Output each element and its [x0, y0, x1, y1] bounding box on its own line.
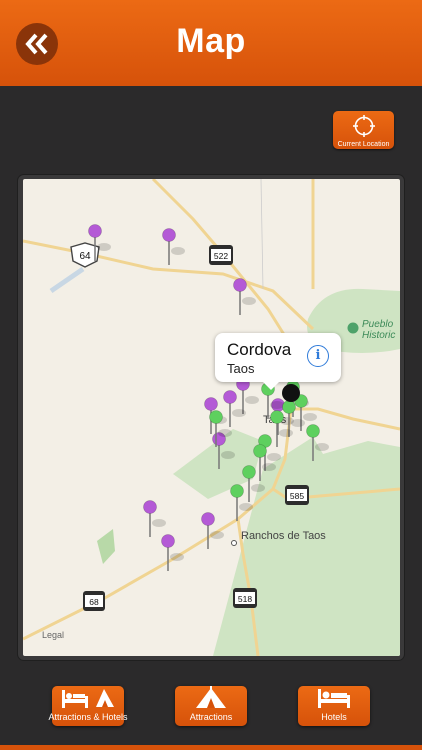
attraction-pin[interactable] — [88, 224, 102, 238]
pin-shadow — [152, 519, 166, 527]
current-location-button[interactable]: Current Location — [333, 111, 394, 149]
route-shield-522: 522 — [209, 245, 233, 265]
route-shield-518: 518 — [233, 588, 257, 608]
callout-subtitle: Taos — [227, 361, 255, 376]
route-shield-585: 585 — [285, 485, 309, 505]
pin-shadow — [239, 503, 253, 511]
route-shield-68: 68 — [83, 591, 105, 611]
pin-shadow — [279, 429, 293, 437]
pin-shadow — [171, 247, 185, 255]
legal-link[interactable]: Legal — [42, 630, 64, 640]
pin-shadow — [232, 409, 246, 417]
pin-shadow — [221, 451, 235, 459]
pin-shadow — [291, 419, 305, 427]
tab-attractions-hotels-label: Attractions & Hotels — [48, 712, 128, 722]
pin-shadow — [218, 429, 232, 437]
place-label-pueblo-line2: Historic — [362, 330, 395, 341]
tab-attractions-hotels[interactable]: Attractions & Hotels — [48, 686, 128, 726]
svg-text:68: 68 — [89, 597, 99, 607]
town-dot — [231, 540, 237, 546]
hotel-pin[interactable] — [253, 444, 267, 458]
tab-hotels-label: Hotels — [321, 712, 347, 722]
place-label-ranchos: Ranchos de Taos — [241, 530, 326, 542]
pin-shadow — [170, 553, 184, 561]
current-location-label: Current Location — [337, 141, 390, 148]
crosshair-icon — [352, 115, 375, 137]
pin-shadow — [303, 413, 317, 421]
pin-shadow — [315, 443, 329, 451]
tab-hotels[interactable]: Hotels — [298, 686, 370, 726]
map-callout[interactable]: Cordova Taos i — [215, 333, 341, 390]
svg-text:585: 585 — [290, 491, 304, 501]
svg-text:522: 522 — [214, 251, 228, 261]
selected-pin[interactable] — [282, 384, 300, 402]
hotel-pin[interactable] — [282, 400, 296, 414]
bed-icon — [318, 689, 350, 708]
pin-shadow — [270, 401, 284, 409]
attraction-pin[interactable] — [161, 534, 175, 548]
hotel-pin[interactable] — [306, 424, 320, 438]
pin-shadow — [210, 531, 224, 539]
attraction-pin[interactable] — [204, 397, 218, 411]
tab-attractions[interactable]: Attractions — [175, 686, 247, 726]
hotel-pin[interactable] — [270, 410, 284, 424]
green-area — [97, 529, 115, 564]
svg-text:64: 64 — [79, 251, 91, 262]
pin-shadow — [251, 484, 265, 492]
pin-shadow — [242, 297, 256, 305]
road — [23, 239, 315, 331]
park-icon — [347, 322, 359, 334]
attraction-pin[interactable] — [143, 500, 157, 514]
road — [49, 266, 85, 294]
pin-shadow — [97, 243, 111, 251]
svg-text:518: 518 — [238, 594, 252, 604]
map-view[interactable]: 64 522 585 68 518 Taos Ranchos de Taos P… — [23, 179, 400, 656]
hotel-pin[interactable] — [242, 465, 256, 479]
place-label-pueblo-line1: Pueblo — [362, 319, 394, 330]
bottom-strip — [0, 745, 422, 750]
info-icon[interactable]: i — [307, 345, 329, 367]
hotel-pin[interactable] — [209, 410, 223, 424]
pin-shadow — [245, 396, 259, 404]
road — [260, 179, 264, 290]
header-bar: Map — [0, 0, 422, 86]
callout-title: Cordova — [227, 340, 292, 359]
attraction-pin[interactable] — [233, 278, 247, 292]
hotel-pin[interactable] — [230, 484, 244, 498]
attraction-pin[interactable] — [162, 228, 176, 242]
pin-shadow — [267, 453, 281, 461]
tent-icon — [196, 686, 226, 708]
attraction-pin[interactable] — [201, 512, 215, 526]
bottom-toolbar: Attractions & Hotels Attractions Hotels — [0, 672, 422, 750]
bed-and-tent-icon — [62, 689, 114, 708]
page-title: Map — [176, 22, 246, 60]
tab-attractions-label: Attractions — [189, 712, 233, 722]
pin-shadow — [262, 463, 276, 471]
attraction-pin[interactable] — [223, 390, 237, 404]
